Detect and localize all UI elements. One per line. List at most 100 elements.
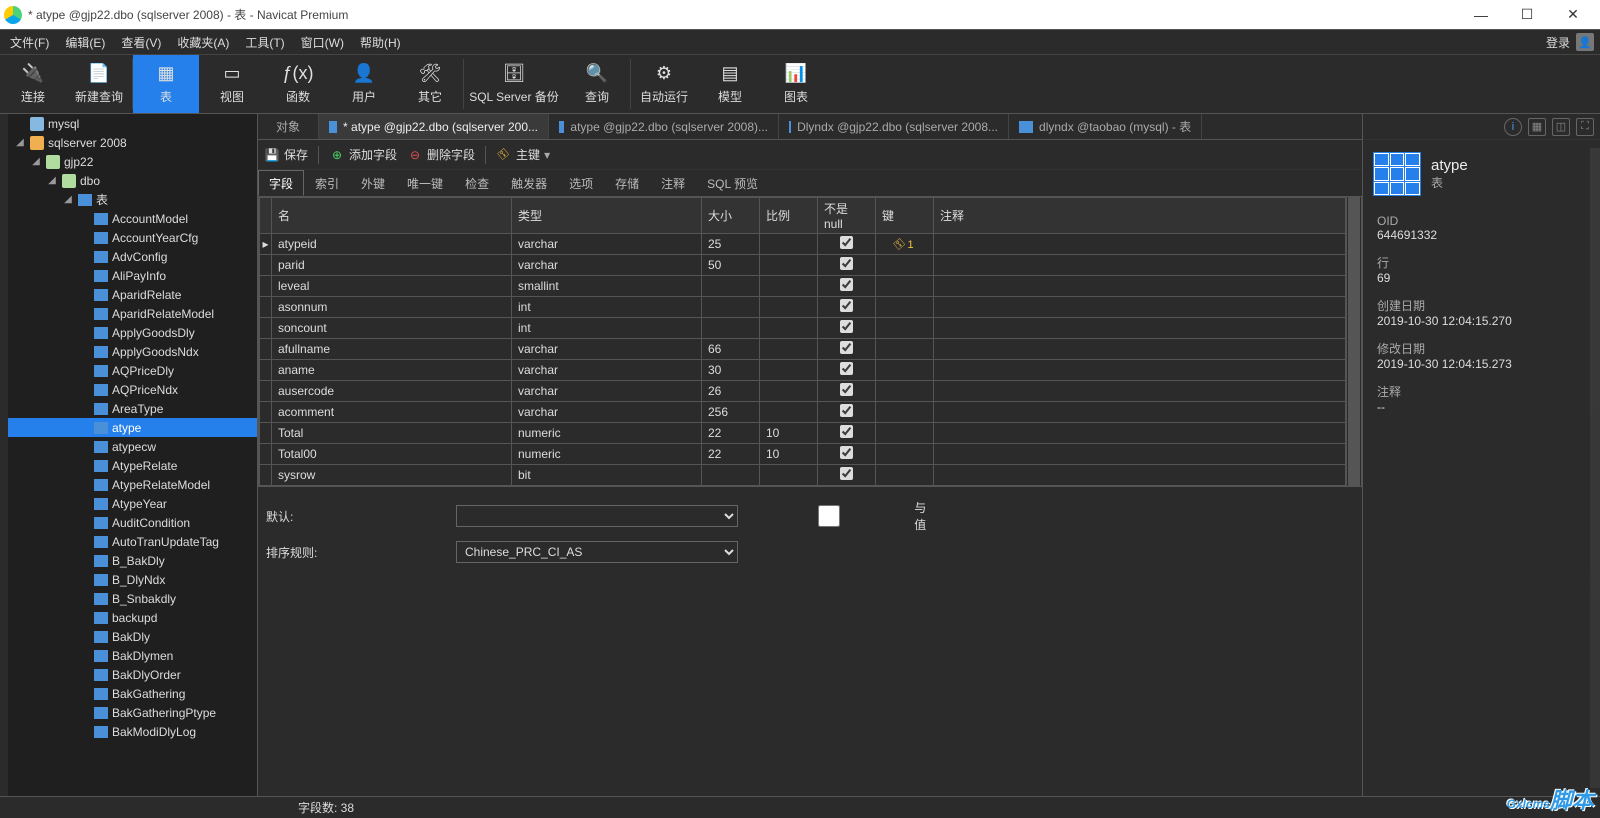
not-null-checkbox[interactable] [840,446,853,459]
tree-item[interactable]: AutoTranUpdateTag [8,532,257,551]
editor-tab[interactable]: dlyndx @taobao (mysql) - 表 [1009,114,1202,139]
login-link[interactable]: 登录 [1546,34,1570,51]
tab-objects[interactable]: 对象 [258,114,319,139]
table-row[interactable]: Totalnumeric2210 [260,423,1346,444]
tree-item[interactable]: AreaType [8,399,257,418]
tree-item[interactable]: B_Snbakdly [8,589,257,608]
not-null-checkbox[interactable] [840,383,853,396]
not-null-checkbox[interactable] [840,236,853,249]
ribbon-新建查询[interactable]: 📄新建查询 [66,55,132,113]
col-header[interactable]: 键 [876,198,934,234]
add-field-button[interactable]: ⊕添加字段 [329,146,397,163]
menu-item[interactable]: 收藏夹(A) [173,34,233,51]
tree-item[interactable]: AccountYearCfg [8,228,257,247]
ribbon-用户[interactable]: 👤用户 [331,55,397,113]
tree-item[interactable]: BakDly [8,627,257,646]
tree-item[interactable]: AparidRelate [8,285,257,304]
col-header[interactable]: 比例 [760,198,818,234]
menu-item[interactable]: 文件(F) [6,34,53,51]
ribbon-视图[interactable]: ▭视图 [199,55,265,113]
table-row[interactable]: asonnumint [260,297,1346,318]
not-null-checkbox[interactable] [840,299,853,312]
tree-item[interactable]: AliPayInfo [8,266,257,285]
subtab[interactable]: 索引 [304,170,350,196]
tree-item[interactable]: atypecw [8,437,257,456]
col-header[interactable]: 大小 [702,198,760,234]
subtab[interactable]: 选项 [558,170,604,196]
tree-item[interactable]: B_BakDly [8,551,257,570]
ribbon-模型[interactable]: ▤模型 [697,55,763,113]
tree-item[interactable]: BakDlymen [8,646,257,665]
menu-item[interactable]: 窗口(W) [297,34,348,51]
col-header[interactable]: 注释 [934,198,1346,234]
close-button[interactable]: ✕ [1550,0,1596,30]
editor-tab[interactable]: Dlyndx @gjp22.dbo (sqlserver 2008... [779,114,1009,139]
panel-view-icon-2[interactable]: ◫ [1552,118,1570,136]
tree-item[interactable]: atype [8,418,257,437]
ribbon-表[interactable]: ▦表 [133,55,199,113]
not-null-checkbox[interactable] [840,425,853,438]
tree-item[interactable]: AuditCondition [8,513,257,532]
menu-item[interactable]: 查看(V) [117,34,165,51]
tree-item[interactable]: ◢sqlserver 2008 [8,133,257,152]
maximize-button[interactable]: ☐ [1504,0,1550,30]
delete-field-button[interactable]: ⊖删除字段 [407,146,475,163]
table-row[interactable]: soncountint [260,318,1346,339]
tree-item[interactable]: BakGatheringPtype [8,703,257,722]
table-row[interactable]: anamevarchar30 [260,360,1346,381]
menu-item[interactable]: 编辑(E) [61,34,109,51]
table-row[interactable]: sysrowbit [260,465,1346,486]
panel-view-icon-3[interactable]: ⛶ [1576,118,1594,136]
tree-twisty-icon[interactable]: ◢ [14,137,26,148]
ribbon-连接[interactable]: 🔌连接 [0,55,66,113]
tree-item[interactable]: BakDlyOrder [8,665,257,684]
tree-item[interactable]: AparidRelateModel [8,304,257,323]
not-null-checkbox[interactable] [840,341,853,354]
tree-twisty-icon[interactable]: ◢ [62,194,74,205]
ribbon-图表[interactable]: 📊图表 [763,55,829,113]
table-row[interactable]: paridvarchar50 [260,255,1346,276]
info-icon[interactable]: i [1504,118,1522,136]
tree-item[interactable]: B_DlyNdx [8,570,257,589]
ribbon-函数[interactable]: ƒ(x)函数 [265,55,331,113]
tree-item[interactable]: ApplyGoodsDly [8,323,257,342]
collation-select[interactable]: Chinese_PRC_CI_AS [456,541,738,563]
subtab[interactable]: 唯一键 [396,170,454,196]
subtab[interactable]: 检查 [454,170,500,196]
fields-grid[interactable]: 名类型大小比例不是 null键注释▸atypeidvarchar25⚿ 1par… [258,196,1346,487]
table-row[interactable]: Total00numeric2210 [260,444,1346,465]
tree-item[interactable]: AccountModel [8,209,257,228]
default-select[interactable] [456,505,738,527]
nav-tree[interactable]: mysql◢sqlserver 2008◢gjp22◢dbo◢表AccountM… [8,114,258,796]
table-row[interactable]: levealsmallint [260,276,1346,297]
tree-item[interactable]: ◢gjp22 [8,152,257,171]
table-row[interactable]: ausercodevarchar26 [260,381,1346,402]
grid-scrollbar[interactable] [1346,196,1362,487]
tree-item[interactable]: AtypeYear [8,494,257,513]
ribbon-自动运行[interactable]: ⚙自动运行 [631,55,697,113]
subtab[interactable]: 外键 [350,170,396,196]
not-null-checkbox[interactable] [840,467,853,480]
subtab[interactable]: 触发器 [500,170,558,196]
editor-tab[interactable]: * atype @gjp22.dbo (sqlserver 200... [319,114,549,139]
menu-item[interactable]: 工具(T) [241,34,288,51]
col-header[interactable]: 名 [272,198,512,234]
ribbon-其它[interactable]: 🛠其它 [397,55,463,113]
with-value-checkbox[interactable] [748,505,910,527]
col-header[interactable]: 不是 null [818,198,876,234]
tree-item[interactable]: ◢dbo [8,171,257,190]
not-null-checkbox[interactable] [840,362,853,375]
subtab[interactable]: SQL 预览 [696,170,769,196]
tree-item[interactable]: AdvConfig [8,247,257,266]
tree-item[interactable]: ◢表 [8,190,257,209]
tree-item[interactable]: BakModiDlyLog [8,722,257,741]
user-avatar-icon[interactable]: 👤 [1576,33,1594,51]
subtab[interactable]: 字段 [258,170,304,196]
not-null-checkbox[interactable] [840,320,853,333]
not-null-checkbox[interactable] [840,404,853,417]
ribbon-SQL Server 备份[interactable]: 🗄SQL Server 备份 [464,55,564,113]
tree-item[interactable]: backupd [8,608,257,627]
tree-twisty-icon[interactable]: ◢ [30,156,42,167]
menu-item[interactable]: 帮助(H) [356,34,405,51]
not-null-checkbox[interactable] [840,257,853,270]
